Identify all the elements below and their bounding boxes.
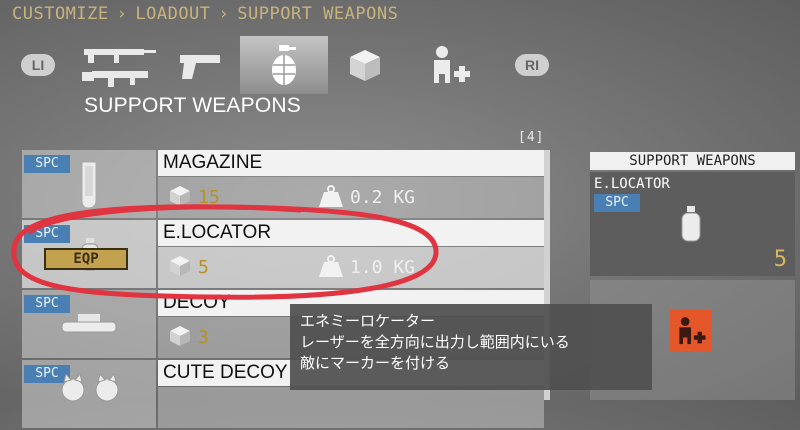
category-tabs: LI RI: [0, 36, 600, 96]
rifle-icon: [82, 49, 156, 87]
tab-buddy[interactable]: [424, 36, 476, 94]
left-bumper-button[interactable]: LI: [18, 36, 58, 94]
weight-icon: [319, 255, 343, 277]
spc-badge: SPC: [594, 194, 640, 212]
item-count: [4]: [518, 130, 545, 145]
breadcrumb-separator: ›: [116, 4, 128, 24]
spc-badge: SPC: [24, 295, 70, 313]
item-weight: 1.0 KG: [350, 257, 416, 278]
tooltip-title: エネミーロケーター: [300, 312, 436, 330]
ammo-count: 5: [198, 257, 209, 278]
item-thumbnail: SPC: [22, 290, 156, 358]
item-description-tooltip: エネミーロケーター レーザーを全方向に出力し範囲内にいる 敵にマーカーを付ける: [290, 304, 652, 390]
tooltip-line-1: レーザーを全方向に出力し範囲内にいる: [300, 333, 570, 351]
item-stats: [158, 387, 544, 428]
tab-primary-weapons[interactable]: [74, 36, 164, 94]
item-stats: 5 1.0 KG: [158, 247, 544, 288]
item-stats: 15 0.2 KG: [158, 177, 544, 218]
breadcrumb-item-loadout[interactable]: LOADOUT: [135, 4, 210, 24]
tab-support-weapons[interactable]: [240, 36, 328, 94]
ammo-count: 15: [198, 187, 220, 208]
list-item-e-locator[interactable]: SPC EQP E.LOCATOR 5 1.0 KG: [22, 220, 544, 290]
item-weight: 0.2 KG: [350, 187, 416, 208]
tab-items[interactable]: [340, 36, 390, 94]
cute-decoy-icon: [61, 374, 119, 402]
right-bumper-button[interactable]: RI: [512, 36, 552, 94]
buddy-plus-icon: [434, 46, 470, 83]
magazine-icon: [81, 161, 97, 209]
pistol-icon: [180, 55, 220, 79]
ammo-box-icon: [170, 326, 190, 346]
ammo-box-icon: [170, 186, 190, 206]
item-thumbnail: SPC: [22, 150, 156, 218]
equipped-badge: EQP: [44, 248, 128, 270]
ammo-box-icon: [170, 256, 190, 276]
e-locator-icon: [681, 206, 701, 242]
spc-badge: SPC: [24, 155, 70, 173]
side-panel-header: SUPPORT WEAPONS: [590, 152, 795, 170]
item-thumbnail: SPC: [22, 360, 156, 428]
breadcrumb-item-customize[interactable]: CUSTOMIZE: [12, 4, 109, 24]
section-title: SUPPORT WEAPONS: [84, 94, 301, 117]
box-icon: [350, 50, 380, 81]
spc-badge: SPC: [24, 225, 70, 243]
breadcrumb-item-support-weapons: SUPPORT WEAPONS: [237, 4, 399, 24]
right-bumper-label: RI: [515, 54, 549, 76]
breadcrumb-separator: ›: [218, 4, 230, 24]
weight-icon: [319, 185, 343, 207]
item-name: E.LOCATOR: [158, 220, 544, 246]
ammo-count: 3: [198, 327, 209, 348]
item-thumbnail: SPC EQP: [22, 220, 156, 288]
grenade-icon: [272, 45, 296, 85]
left-bumper-label: LI: [21, 54, 55, 76]
selected-item-panel: E.LOCATOR SPC 5: [590, 172, 795, 276]
tooltip-line-2: 敵にマーカーを付ける: [300, 354, 451, 372]
item-name: MAGAZINE: [158, 150, 544, 176]
decoy-icon: [61, 314, 117, 333]
selected-item-count: 5: [773, 247, 787, 272]
add-buddy-button[interactable]: [670, 310, 712, 352]
buddy-plus-icon: [679, 317, 706, 345]
tab-secondary-weapons[interactable]: [172, 36, 228, 94]
selected-item-name: E.LOCATOR: [594, 176, 670, 192]
list-item-magazine[interactable]: SPC MAGAZINE 15 0.2 KG: [22, 150, 544, 220]
breadcrumb: CUSTOMIZE › LOADOUT › SUPPORT WEAPONS: [12, 2, 406, 26]
